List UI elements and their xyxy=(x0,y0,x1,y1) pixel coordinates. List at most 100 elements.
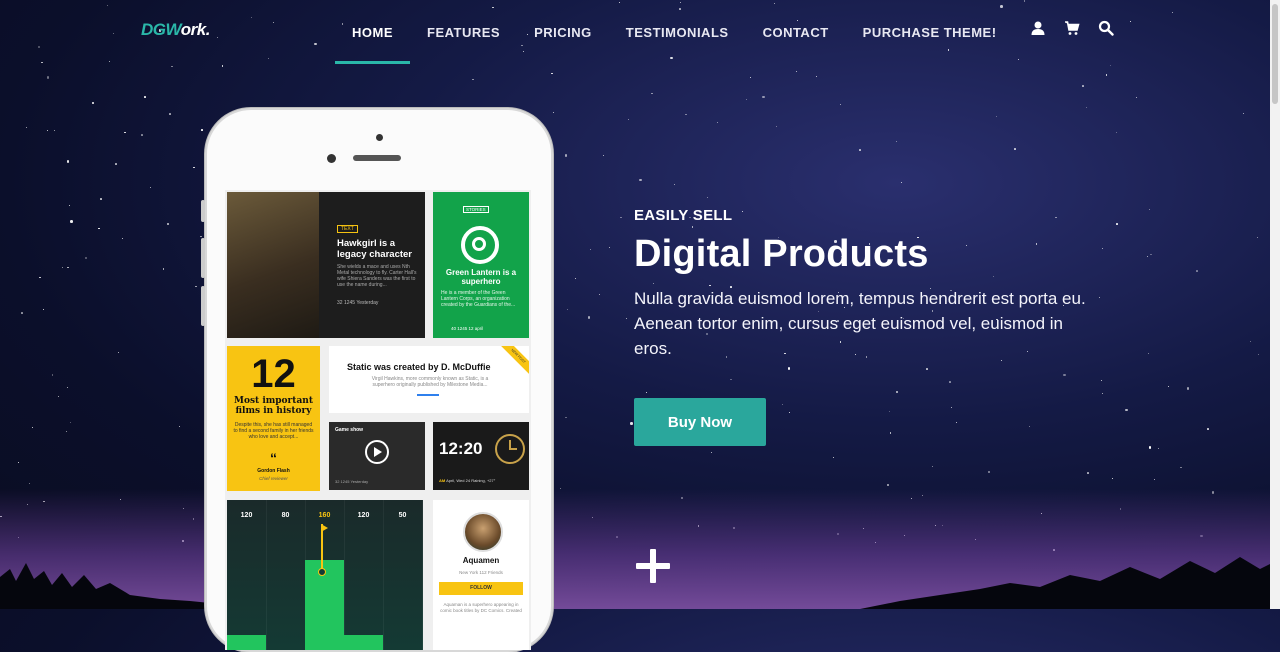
star xyxy=(795,71,797,73)
star xyxy=(70,220,73,223)
bar-stats-card: 120 80 160 120 50 xyxy=(227,500,423,650)
star xyxy=(553,111,555,113)
films-number: 12 xyxy=(251,352,296,396)
user-icon[interactable] xyxy=(1030,20,1046,36)
star xyxy=(1149,208,1150,210)
main-menu: HOME FEATURES PRICING TESTIMONIALS CONTA… xyxy=(335,0,1014,64)
star xyxy=(53,129,56,132)
star xyxy=(833,457,834,458)
star xyxy=(62,267,64,269)
star xyxy=(673,184,675,186)
nav-item-testimonials[interactable]: TESTIMONIALS xyxy=(609,0,746,64)
top-navigation: DGWork. HOME FEATURES PRICING TESTIMONIA… xyxy=(0,0,1270,64)
highlight-dot xyxy=(318,568,326,576)
star xyxy=(816,75,818,77)
star xyxy=(100,198,102,200)
star xyxy=(1115,131,1117,133)
star xyxy=(1100,379,1102,381)
star xyxy=(1116,223,1118,225)
star xyxy=(221,65,224,67)
star xyxy=(1158,448,1160,450)
star xyxy=(42,308,45,311)
bar-value: 80 xyxy=(281,512,290,519)
bar-value: 50 xyxy=(398,512,407,519)
star xyxy=(21,312,23,314)
star xyxy=(775,125,778,128)
star xyxy=(639,178,642,182)
quote-author-role: Chief reviewer xyxy=(259,476,288,481)
films-card: 12 Most important films in history Despi… xyxy=(227,346,320,491)
star xyxy=(1135,96,1137,98)
star xyxy=(201,129,203,131)
star xyxy=(628,118,630,120)
star xyxy=(626,317,627,319)
cart-icon[interactable] xyxy=(1064,20,1080,36)
bar-column: 50 xyxy=(383,500,423,650)
card-text: She wields a mace and uses Nth Metal tec… xyxy=(337,264,417,288)
page-scrollbar[interactable] xyxy=(1270,0,1280,609)
star xyxy=(1125,408,1128,412)
game-show-card: Game show 32 1245 Yesterday xyxy=(329,422,425,490)
star xyxy=(1257,354,1259,356)
star xyxy=(789,412,791,414)
star xyxy=(1085,106,1088,108)
star xyxy=(589,248,592,251)
star xyxy=(1186,387,1190,390)
bar-value: 160 xyxy=(318,512,331,519)
star xyxy=(1147,352,1149,354)
star xyxy=(25,126,27,128)
clock-weather: Raining, +27° xyxy=(471,478,496,483)
nav-item-purchase-theme[interactable]: PURCHASE THEME! xyxy=(846,0,1014,64)
profile-text: Aquaman is a superhero appearing in comi… xyxy=(440,602,522,613)
play-icon xyxy=(365,440,389,464)
star xyxy=(1101,392,1103,395)
star xyxy=(91,101,95,104)
star xyxy=(1111,477,1114,479)
star xyxy=(1167,385,1169,387)
star xyxy=(900,181,903,184)
nav-item-pricing[interactable]: PRICING xyxy=(517,0,609,64)
star xyxy=(1109,64,1111,66)
star xyxy=(193,166,195,169)
star xyxy=(18,462,20,463)
brand-logo[interactable]: DGWork. xyxy=(141,20,210,40)
logo-mark: DGW xyxy=(141,20,181,39)
search-icon[interactable] xyxy=(1098,20,1114,36)
hero-headline: Digital Products xyxy=(634,233,929,275)
star xyxy=(169,113,171,115)
star xyxy=(39,276,41,279)
nav-item-contact[interactable]: CONTACT xyxy=(746,0,846,64)
star xyxy=(564,154,568,157)
scrollbar-thumb[interactable] xyxy=(1272,4,1278,104)
buy-now-button[interactable]: Buy Now xyxy=(634,398,766,446)
star xyxy=(122,238,124,240)
plus-icon[interactable] xyxy=(636,549,670,583)
star xyxy=(730,378,732,381)
card-text: Virgil Hawkins, more commonly known as S… xyxy=(371,376,489,388)
nav-item-features[interactable]: FEATURES xyxy=(410,0,517,64)
lantern-emblem-icon xyxy=(461,226,499,264)
star xyxy=(932,465,933,467)
profile-meta: New York 112 Friends xyxy=(459,570,503,575)
star xyxy=(1250,340,1252,342)
star xyxy=(70,422,72,424)
clock-time: 12:20 xyxy=(439,439,483,458)
star xyxy=(598,294,600,296)
profile-name: Aquamen xyxy=(462,556,500,565)
star xyxy=(711,452,713,454)
star xyxy=(587,316,590,319)
star xyxy=(115,163,117,165)
star xyxy=(1207,428,1209,430)
star xyxy=(950,407,952,408)
follow-button[interactable]: FOLLOW xyxy=(439,582,523,595)
star xyxy=(646,392,648,394)
star xyxy=(1105,74,1108,76)
films-text: Despite this, she has still managed to f… xyxy=(233,422,314,440)
avatar xyxy=(463,512,503,552)
star xyxy=(144,96,146,98)
nav-item-home[interactable]: HOME xyxy=(335,0,410,64)
films-title: Most important films in history xyxy=(234,396,313,416)
star xyxy=(926,368,928,370)
clock-meta: AM April, Wed 24 Raining, +27° xyxy=(439,478,495,483)
star xyxy=(1148,446,1152,449)
